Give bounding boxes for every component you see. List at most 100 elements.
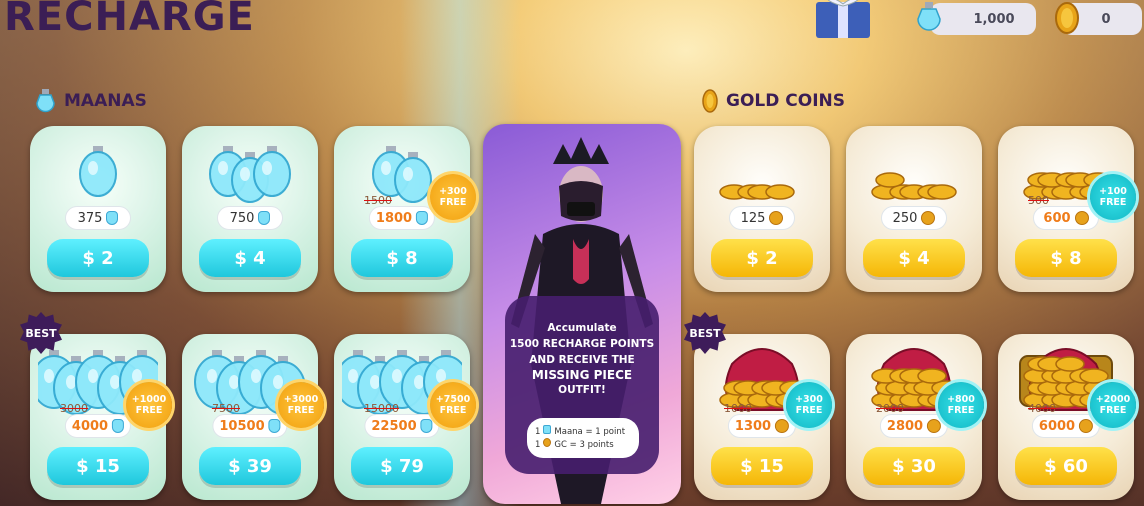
legend-gold-row: 1 GC = 3 points	[535, 438, 639, 451]
gold-coins-illustration	[719, 184, 795, 200]
pack-amount-value: 750	[229, 210, 255, 226]
gold-coin-icon	[927, 419, 942, 433]
gold-coin-icon	[702, 89, 718, 113]
maana-bottle-icon	[543, 425, 552, 434]
maana-pack-card[interactable]: 7500 10500 $ 39 +3000 FREE	[182, 334, 324, 500]
pack-amount: 125	[729, 206, 795, 230]
buy-button[interactable]: $ 2	[711, 239, 813, 277]
pack-amount: 750	[217, 206, 283, 230]
maana-bottles-illustration	[209, 146, 291, 203]
bonus-free-label: FREE	[439, 405, 467, 416]
promo-info-box: Accumulate 1500 RECHARGE POINTS AND RECE…	[505, 296, 659, 474]
pack-amount: 6000	[1031, 414, 1101, 438]
gold-section-header: GOLD COINS	[700, 88, 845, 114]
pack-amount: 2800	[879, 414, 949, 438]
gold-coins-illustration	[871, 172, 957, 200]
free-bonus-badge: +1000 FREE	[126, 382, 172, 428]
buy-button[interactable]: $ 15	[711, 447, 813, 485]
bonus-amount: +800	[947, 394, 975, 405]
pack-amount: 10500	[212, 414, 288, 438]
gold-coin-icon	[1055, 2, 1079, 34]
pack-amount: 375	[65, 206, 131, 230]
maana-bottle-icon	[112, 419, 125, 433]
gold-pack-card[interactable]: 250 $ 4	[846, 126, 982, 292]
buy-button[interactable]: $ 4	[863, 239, 965, 277]
gold-coin-icon	[1079, 419, 1094, 433]
pack-amount-value: 600	[1043, 210, 1071, 226]
pack-amount: 1300	[727, 414, 797, 438]
buy-button[interactable]: $ 30	[863, 447, 965, 485]
legend-gold-text: GC = 3 points	[554, 440, 614, 450]
buy-button[interactable]: $ 4	[199, 239, 301, 277]
buy-button[interactable]: $ 2	[47, 239, 149, 277]
bonus-free-label: FREE	[1099, 197, 1127, 208]
recharge-points-promo-card[interactable]: Accumulate 1500 RECHARGE POINTS AND RECE…	[483, 124, 681, 504]
gold-pack-card[interactable]: 125 $ 2	[694, 126, 830, 292]
legend-maana-row: 1 Maana = 1 point	[535, 425, 639, 438]
gold-pack-card[interactable]: 500 600 $ 8 +100 FREE	[998, 126, 1136, 292]
gold-pack-card[interactable]: 1000 1300 $ 15 +300 FREE BEST	[684, 312, 832, 500]
pack-amount-value: 1300	[734, 418, 772, 434]
bonus-amount: +300	[795, 394, 823, 405]
bonus-free-label: FREE	[1099, 405, 1127, 416]
pack-amount-value: 6000	[1038, 418, 1076, 434]
legend-gold-prefix: 1	[535, 440, 541, 450]
buy-button[interactable]: $ 15	[47, 447, 149, 485]
free-bonus-badge: +300 FREE	[786, 382, 832, 428]
pack-amount: 22500	[364, 414, 440, 438]
bonus-free-label: FREE	[795, 405, 823, 416]
gift-box-icon[interactable]	[798, 0, 888, 40]
bonus-free-label: FREE	[287, 405, 315, 416]
gold-balance-value: 0	[1101, 11, 1111, 27]
pack-amount-value: 125	[740, 210, 766, 226]
maana-bottles-illustration	[79, 146, 117, 197]
maana-bottle-icon	[268, 419, 281, 433]
promo-line-1: Accumulate	[547, 322, 617, 334]
maana-bottle-icon	[420, 419, 433, 433]
legend-maana-text: Maana = 1 point	[554, 427, 626, 437]
maana-pack-card[interactable]: 750 $ 4	[182, 126, 318, 292]
bonus-amount: +1000	[131, 394, 167, 405]
promo-line-3: AND RECEIVE THE	[529, 354, 635, 366]
buy-button[interactable]: $ 39	[199, 447, 301, 485]
maana-bottle-icon	[258, 211, 271, 225]
maana-bottle-icon	[106, 211, 119, 225]
buy-button[interactable]: $ 60	[1015, 447, 1117, 485]
maana-bottle-icon	[36, 89, 55, 113]
pack-amount-value: 4000	[71, 418, 109, 434]
buy-button[interactable]: $ 8	[1015, 239, 1117, 277]
free-bonus-badge: +300 FREE	[430, 174, 476, 220]
maana-pack-card[interactable]: 3000 4000 $ 15 +1000 FREE BEST	[20, 312, 172, 500]
maanas-section-title: MAANAS	[64, 91, 147, 111]
free-bonus-badge: +100 FREE	[1090, 174, 1136, 220]
free-bonus-badge: +2000 FREE	[1090, 382, 1136, 428]
pack-amount: 1800	[368, 206, 436, 230]
pack-amount-value: 375	[77, 210, 103, 226]
gold-pack-card[interactable]: 4000 6000 $ 60 +2000 FREE	[998, 334, 1136, 500]
legend-maana-prefix: 1	[535, 427, 541, 437]
maana-pack-card[interactable]: 15000 22500 $ 79 +7500 FREE	[334, 334, 476, 500]
promo-line-4: MISSING PIECE	[531, 368, 633, 382]
maanas-section-header: MAANAS	[34, 88, 147, 114]
pack-amount-value: 10500	[219, 418, 265, 434]
free-bonus-badge: +7500 FREE	[430, 382, 476, 428]
pack-amount: 4000	[64, 414, 132, 438]
bonus-free-label: FREE	[947, 405, 975, 416]
buy-button[interactable]: $ 8	[351, 239, 453, 277]
bonus-amount: +3000	[283, 394, 319, 405]
maana-pack-card[interactable]: 375 $ 2	[30, 126, 166, 292]
bonus-amount: +7500	[435, 394, 471, 405]
maana-bottle-icon	[917, 2, 941, 31]
free-bonus-badge: +3000 FREE	[278, 382, 324, 428]
promo-line-5: OUTFIT!	[558, 384, 606, 396]
pack-amount-value: 250	[892, 210, 918, 226]
gold-pack-card[interactable]: 2000 2800 $ 30 +800 FREE	[846, 334, 984, 500]
bonus-amount: +100	[1099, 186, 1127, 197]
promo-line-2: 1500 RECHARGE POINTS	[509, 338, 655, 350]
maana-bottle-icon	[416, 211, 429, 225]
bonus-amount: +300	[439, 186, 467, 197]
bonus-amount: +2000	[1095, 394, 1131, 405]
buy-button[interactable]: $ 79	[351, 447, 453, 485]
maana-pack-card[interactable]: 1500 1800 $ 8 +300 FREE	[334, 126, 476, 292]
pack-amount: 600	[1033, 206, 1099, 230]
